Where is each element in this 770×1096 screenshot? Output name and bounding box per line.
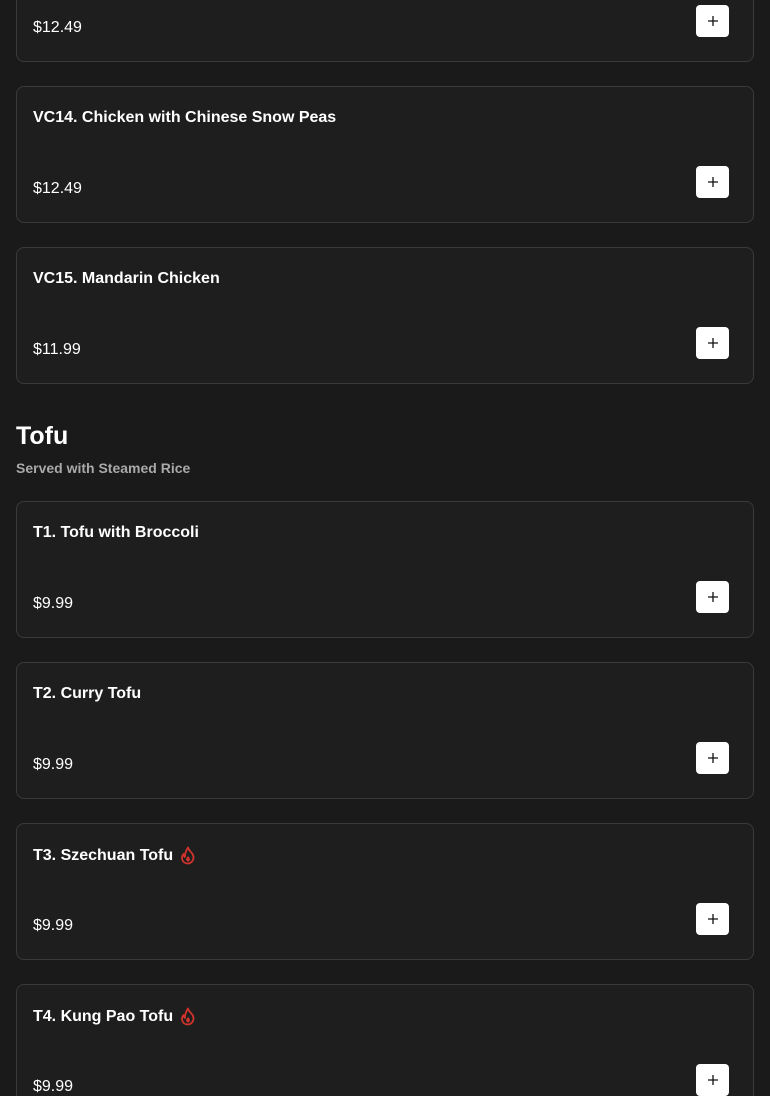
menu-item-name: VC14. Chicken with Chinese Snow Peas: [33, 109, 336, 127]
add-to-cart-button[interactable]: [696, 327, 729, 359]
menu-item-price: $12.49: [33, 180, 82, 197]
menu-item-name-text: T3. Szechuan Tofu: [33, 847, 174, 864]
menu-item-price: $11.99: [33, 341, 81, 358]
plus-icon: [707, 914, 718, 924]
plus-icon: [707, 338, 718, 348]
menu-item-card[interactable]: VC15. Mandarin Chicken $11.99: [16, 247, 754, 384]
add-to-cart-button[interactable]: [696, 1064, 729, 1096]
menu-item-name-text: VC14. Chicken with Chinese Snow Peas: [33, 109, 337, 126]
flame-icon: [179, 1007, 197, 1027]
menu-item-name-text: T2. Curry Tofu: [33, 685, 142, 702]
plus-icon: [707, 16, 718, 26]
menu-item-card[interactable]: T4. Kung Pao Tofu $9.99: [16, 984, 754, 1096]
menu-item-price: $12.49: [33, 19, 82, 36]
menu-item-name: T4. Kung Pao Tofu: [33, 1007, 197, 1027]
menu-item-card[interactable]: T1. Tofu with Broccoli $9.99: [16, 501, 754, 638]
section-header-tofu: Tofu Served with Steamed Rice: [16, 384, 754, 501]
plus-icon: [707, 177, 718, 187]
menu-item-name: T2. Curry Tofu: [33, 685, 141, 703]
menu-item-card[interactable]: T3. Szechuan Tofu $9.99: [16, 823, 754, 960]
add-to-cart-button[interactable]: [696, 903, 729, 935]
menu-item-name-text: VC15. Mandarin Chicken: [33, 270, 220, 287]
menu-item-name: VC15. Mandarin Chicken: [33, 270, 220, 288]
menu-item-card[interactable]: VC14. Chicken with Chinese Snow Peas $12…: [16, 86, 754, 223]
add-to-cart-button[interactable]: [696, 581, 729, 613]
menu-item-price: $9.99: [33, 595, 74, 612]
add-to-cart-button[interactable]: [696, 5, 729, 37]
menu-item-name: T1. Tofu with Broccoli: [33, 524, 199, 542]
menu-item-name-text: T4. Kung Pao Tofu: [33, 1008, 174, 1025]
section-title: Tofu: [16, 422, 69, 450]
menu-item-name-text: T1. Tofu with Broccoli: [33, 524, 199, 541]
plus-icon: [707, 1075, 718, 1085]
add-to-cart-button[interactable]: [696, 742, 729, 774]
menu-item-price: $9.99: [33, 756, 74, 773]
menu-item-card[interactable]: T2. Curry Tofu $9.99: [16, 662, 754, 799]
menu-item-price: $9.99: [33, 917, 74, 934]
menu-item-name: T3. Szechuan Tofu: [33, 846, 197, 866]
menu-item-card[interactable]: $12.49: [16, 0, 754, 62]
add-to-cart-button[interactable]: [696, 166, 729, 198]
menu-page: $12.49 VC14. Chicken with Chinese Snow P…: [0, 0, 770, 1096]
menu-scroll-content: $12.49 VC14. Chicken with Chinese Snow P…: [16, 0, 754, 1096]
plus-icon: [707, 592, 718, 602]
flame-icon: [179, 846, 197, 866]
section-subtitle: Served with Steamed Rice: [16, 460, 191, 476]
plus-icon: [707, 753, 718, 763]
menu-item-price: $9.99: [33, 1078, 74, 1095]
